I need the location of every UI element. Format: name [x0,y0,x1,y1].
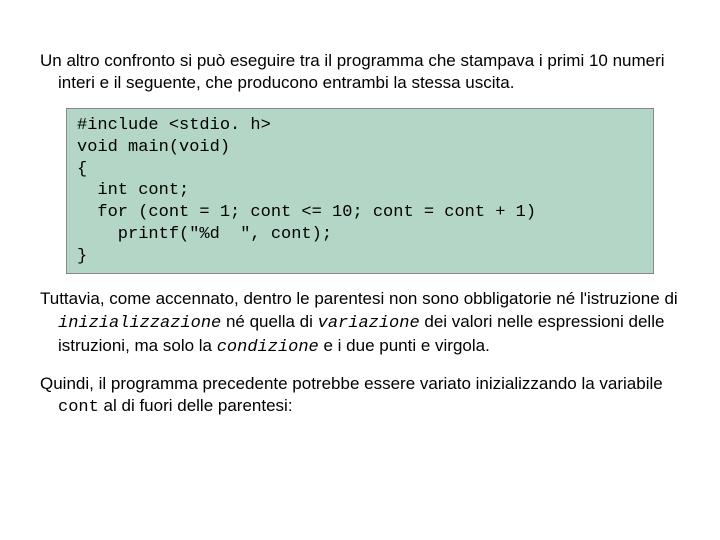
slide-content: Un altro confronto si può eseguire tra i… [0,0,720,459]
p2-text-b: né quella di [221,312,317,331]
code-text: #include <stdio. h> void main(void) { in… [77,116,536,266]
intro-text: Un altro confronto si può eseguire tra i… [40,51,665,92]
code-block: #include <stdio. h> void main(void) { in… [66,108,654,274]
p3-text-a: Quindi, il programma precedente potrebbe… [40,374,663,393]
p2-text-a: Tuttavia, come accennato, dentro le pare… [40,289,678,308]
keyword-variazione: variazione [318,314,420,333]
intro-paragraph: Un altro confronto si può eseguire tra i… [40,50,680,94]
p3-text-b: al di fuori delle parentesi: [99,396,293,415]
paragraph-2: Tuttavia, come accennato, dentro le pare… [40,288,680,358]
paragraph-3: Quindi, il programma precedente potrebbe… [40,373,680,419]
keyword-condizione: condizione [217,338,319,357]
keyword-inizializzazione: inizializzazione [58,314,221,333]
p2-text-d: e i due punti e virgola. [319,336,490,355]
keyword-cont: cont [58,398,99,417]
